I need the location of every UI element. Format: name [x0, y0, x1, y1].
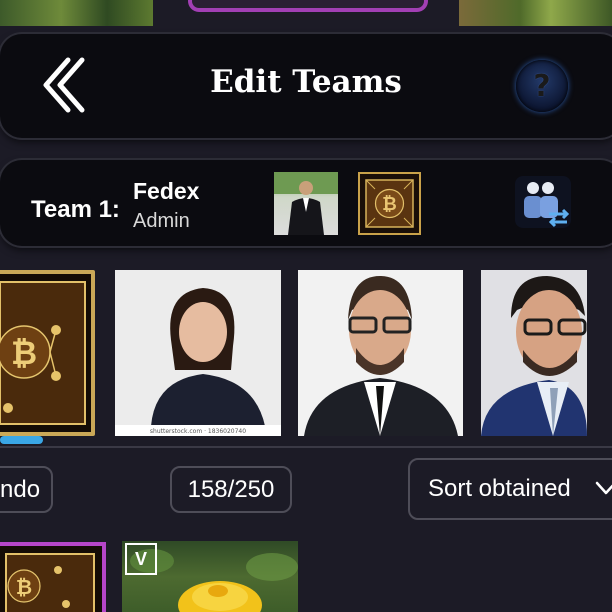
- person-photo: [298, 270, 463, 436]
- person-photo: [481, 270, 587, 436]
- team-card-carousel[interactable]: ₿ shutterstock.com · 1836020740: [0, 270, 612, 440]
- question-icon: ?: [533, 68, 551, 104]
- help-button[interactable]: ?: [516, 60, 568, 112]
- team-name: Fedex: [133, 178, 200, 204]
- person-photo: shutterstock.com · 1836020740: [115, 270, 281, 436]
- card-image-partial[interactable]: [459, 0, 612, 26]
- team-row[interactable]: Team 1: Fedex Admin ₿: [0, 160, 612, 246]
- card-image-partial[interactable]: [0, 0, 153, 26]
- filter-label: ndo: [0, 475, 41, 503]
- section-divider: [0, 446, 612, 448]
- svg-text:₿: ₿: [382, 194, 397, 215]
- filter-button[interactable]: ndo: [0, 466, 53, 513]
- team-role: Admin: [133, 210, 190, 232]
- bitcoin-icon: ₿: [5, 553, 95, 612]
- carousel-progress-bar: [0, 436, 43, 444]
- card-count-label: 158/250: [187, 475, 275, 503]
- rarity-badge: V: [125, 543, 157, 575]
- swap-users-icon: [524, 182, 570, 228]
- watermark-caption: shutterstock.com · 1836020740: [150, 428, 246, 435]
- member-card-man-suit[interactable]: [481, 270, 587, 436]
- bitcoin-card-purple[interactable]: ₿: [0, 542, 106, 612]
- sort-dropdown[interactable]: Sort obtained: [408, 458, 612, 520]
- header-bar: Edit Teams ?: [0, 34, 612, 138]
- team-label: Team 1:: [31, 196, 120, 223]
- card-frame-partial[interactable]: [188, 0, 428, 12]
- sort-label: Sort obtained: [428, 475, 571, 502]
- swap-users-button[interactable]: [515, 176, 571, 228]
- bitcoin-icon: ₿: [365, 179, 414, 228]
- svg-text:₿: ₿: [11, 334, 37, 372]
- card-count-badge: 158/250: [170, 466, 292, 513]
- member-card-woman[interactable]: shutterstock.com · 1836020740: [115, 270, 281, 436]
- top-card-strip: [0, 0, 612, 30]
- team-bitcoin-card[interactable]: ₿: [358, 172, 421, 235]
- member-card-man-glasses[interactable]: [298, 270, 463, 436]
- svg-text:₿: ₿: [16, 575, 32, 599]
- team-avatar[interactable]: [274, 172, 338, 235]
- bitcoin-card[interactable]: ₿: [0, 270, 95, 436]
- person-photo: [274, 172, 338, 235]
- bitcoin-icon: ₿: [0, 281, 86, 425]
- edit-teams-screen: Edit Teams ? Team 1: Fedex Admin ₿ ₿ shu…: [0, 0, 612, 612]
- chevron-down-icon: [595, 481, 612, 495]
- flower-card[interactable]: V: [122, 541, 298, 612]
